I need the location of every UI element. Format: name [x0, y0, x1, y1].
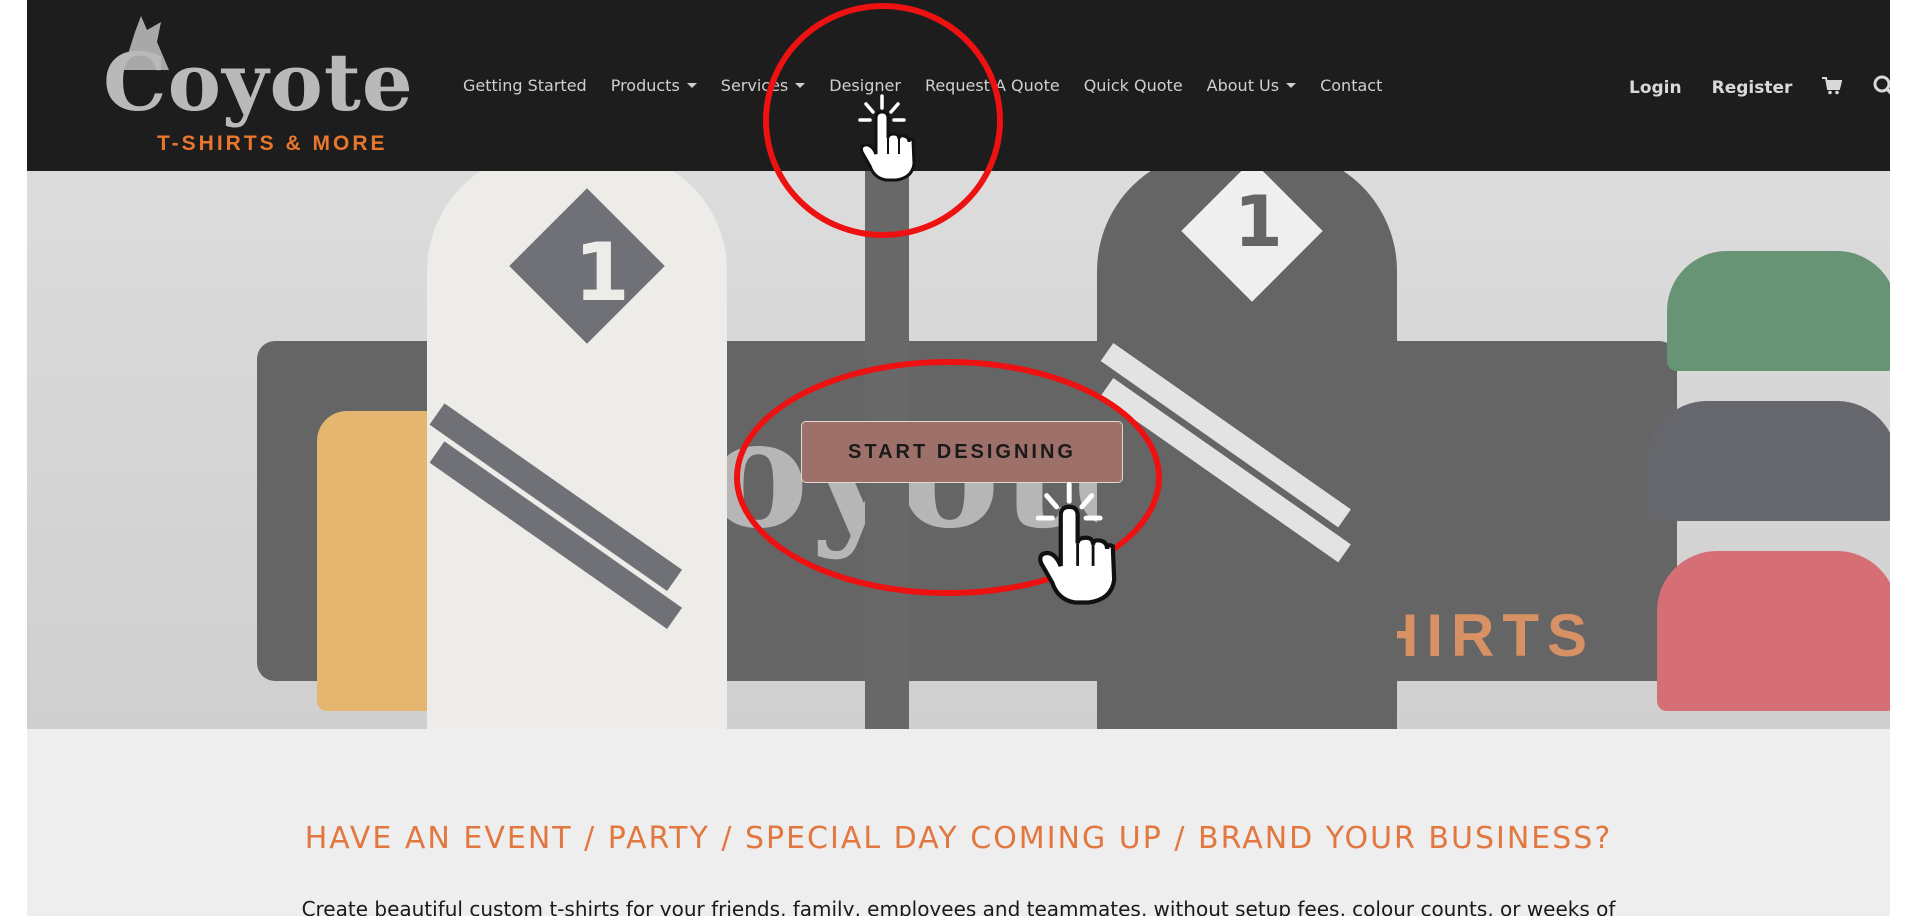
nav-label: Getting Started — [463, 76, 587, 95]
nav-item-services[interactable]: Services — [720, 76, 806, 95]
nav-item-request-a-quote[interactable]: Request A Quote — [925, 76, 1060, 95]
hero-banner: Coyote SHIRTS 1 1 START DESIGNING — [27, 171, 1890, 729]
nav-label: Request A Quote — [924, 76, 1060, 95]
website: Coyote T-SHIRTS & MORE Getting Started P… — [27, 0, 1890, 916]
nav-label: Designer — [829, 76, 901, 95]
shopping-cart-icon[interactable] — [1822, 77, 1843, 99]
nav-item-products[interactable]: Products — [611, 76, 697, 95]
main-nav: Getting Started Products Services Design… — [463, 76, 1406, 95]
nav-item-getting-started[interactable]: Getting Started — [463, 76, 587, 95]
site-header: Coyote T-SHIRTS & MORE Getting Started P… — [27, 0, 1890, 171]
logo-tagline: T-SHIRTS & MORE — [157, 132, 388, 155]
login-link[interactable]: Login — [1629, 78, 1682, 98]
intro-section: HAVE AN EVENT / PARTY / SPECIAL DAY COMI… — [27, 729, 1890, 916]
nav-item-designer[interactable]: Designer — [829, 76, 901, 95]
caret-down-icon — [686, 83, 697, 88]
account-nav: Login Register — [1629, 74, 1890, 102]
section-headline: HAVE AN EVENT / PARTY / SPECIAL DAY COMI… — [304, 821, 1613, 856]
section-paragraph: Create beautiful custom t-shirts for you… — [301, 897, 1616, 916]
nav-item-quick-quote[interactable]: Quick Quote — [1084, 76, 1183, 95]
caret-down-icon — [795, 83, 806, 88]
register-link[interactable]: Register — [1712, 78, 1793, 98]
logo-wordmark: Coyote — [103, 35, 414, 129]
nav-item-about-us[interactable]: About Us — [1206, 76, 1297, 95]
nav-label: Products — [610, 76, 680, 95]
nav-label: Contact — [1320, 76, 1383, 95]
caret-down-icon — [1286, 83, 1297, 88]
search-icon[interactable] — [1872, 74, 1890, 102]
nav-label: Services — [720, 76, 789, 95]
nav-label: About Us — [1206, 76, 1280, 95]
start-designing-button[interactable]: START DESIGNING — [801, 421, 1123, 483]
nav-item-contact[interactable]: Contact — [1320, 76, 1382, 95]
site-logo[interactable]: Coyote T-SHIRTS & MORE — [73, 12, 413, 162]
nav-label: Quick Quote — [1083, 76, 1183, 95]
